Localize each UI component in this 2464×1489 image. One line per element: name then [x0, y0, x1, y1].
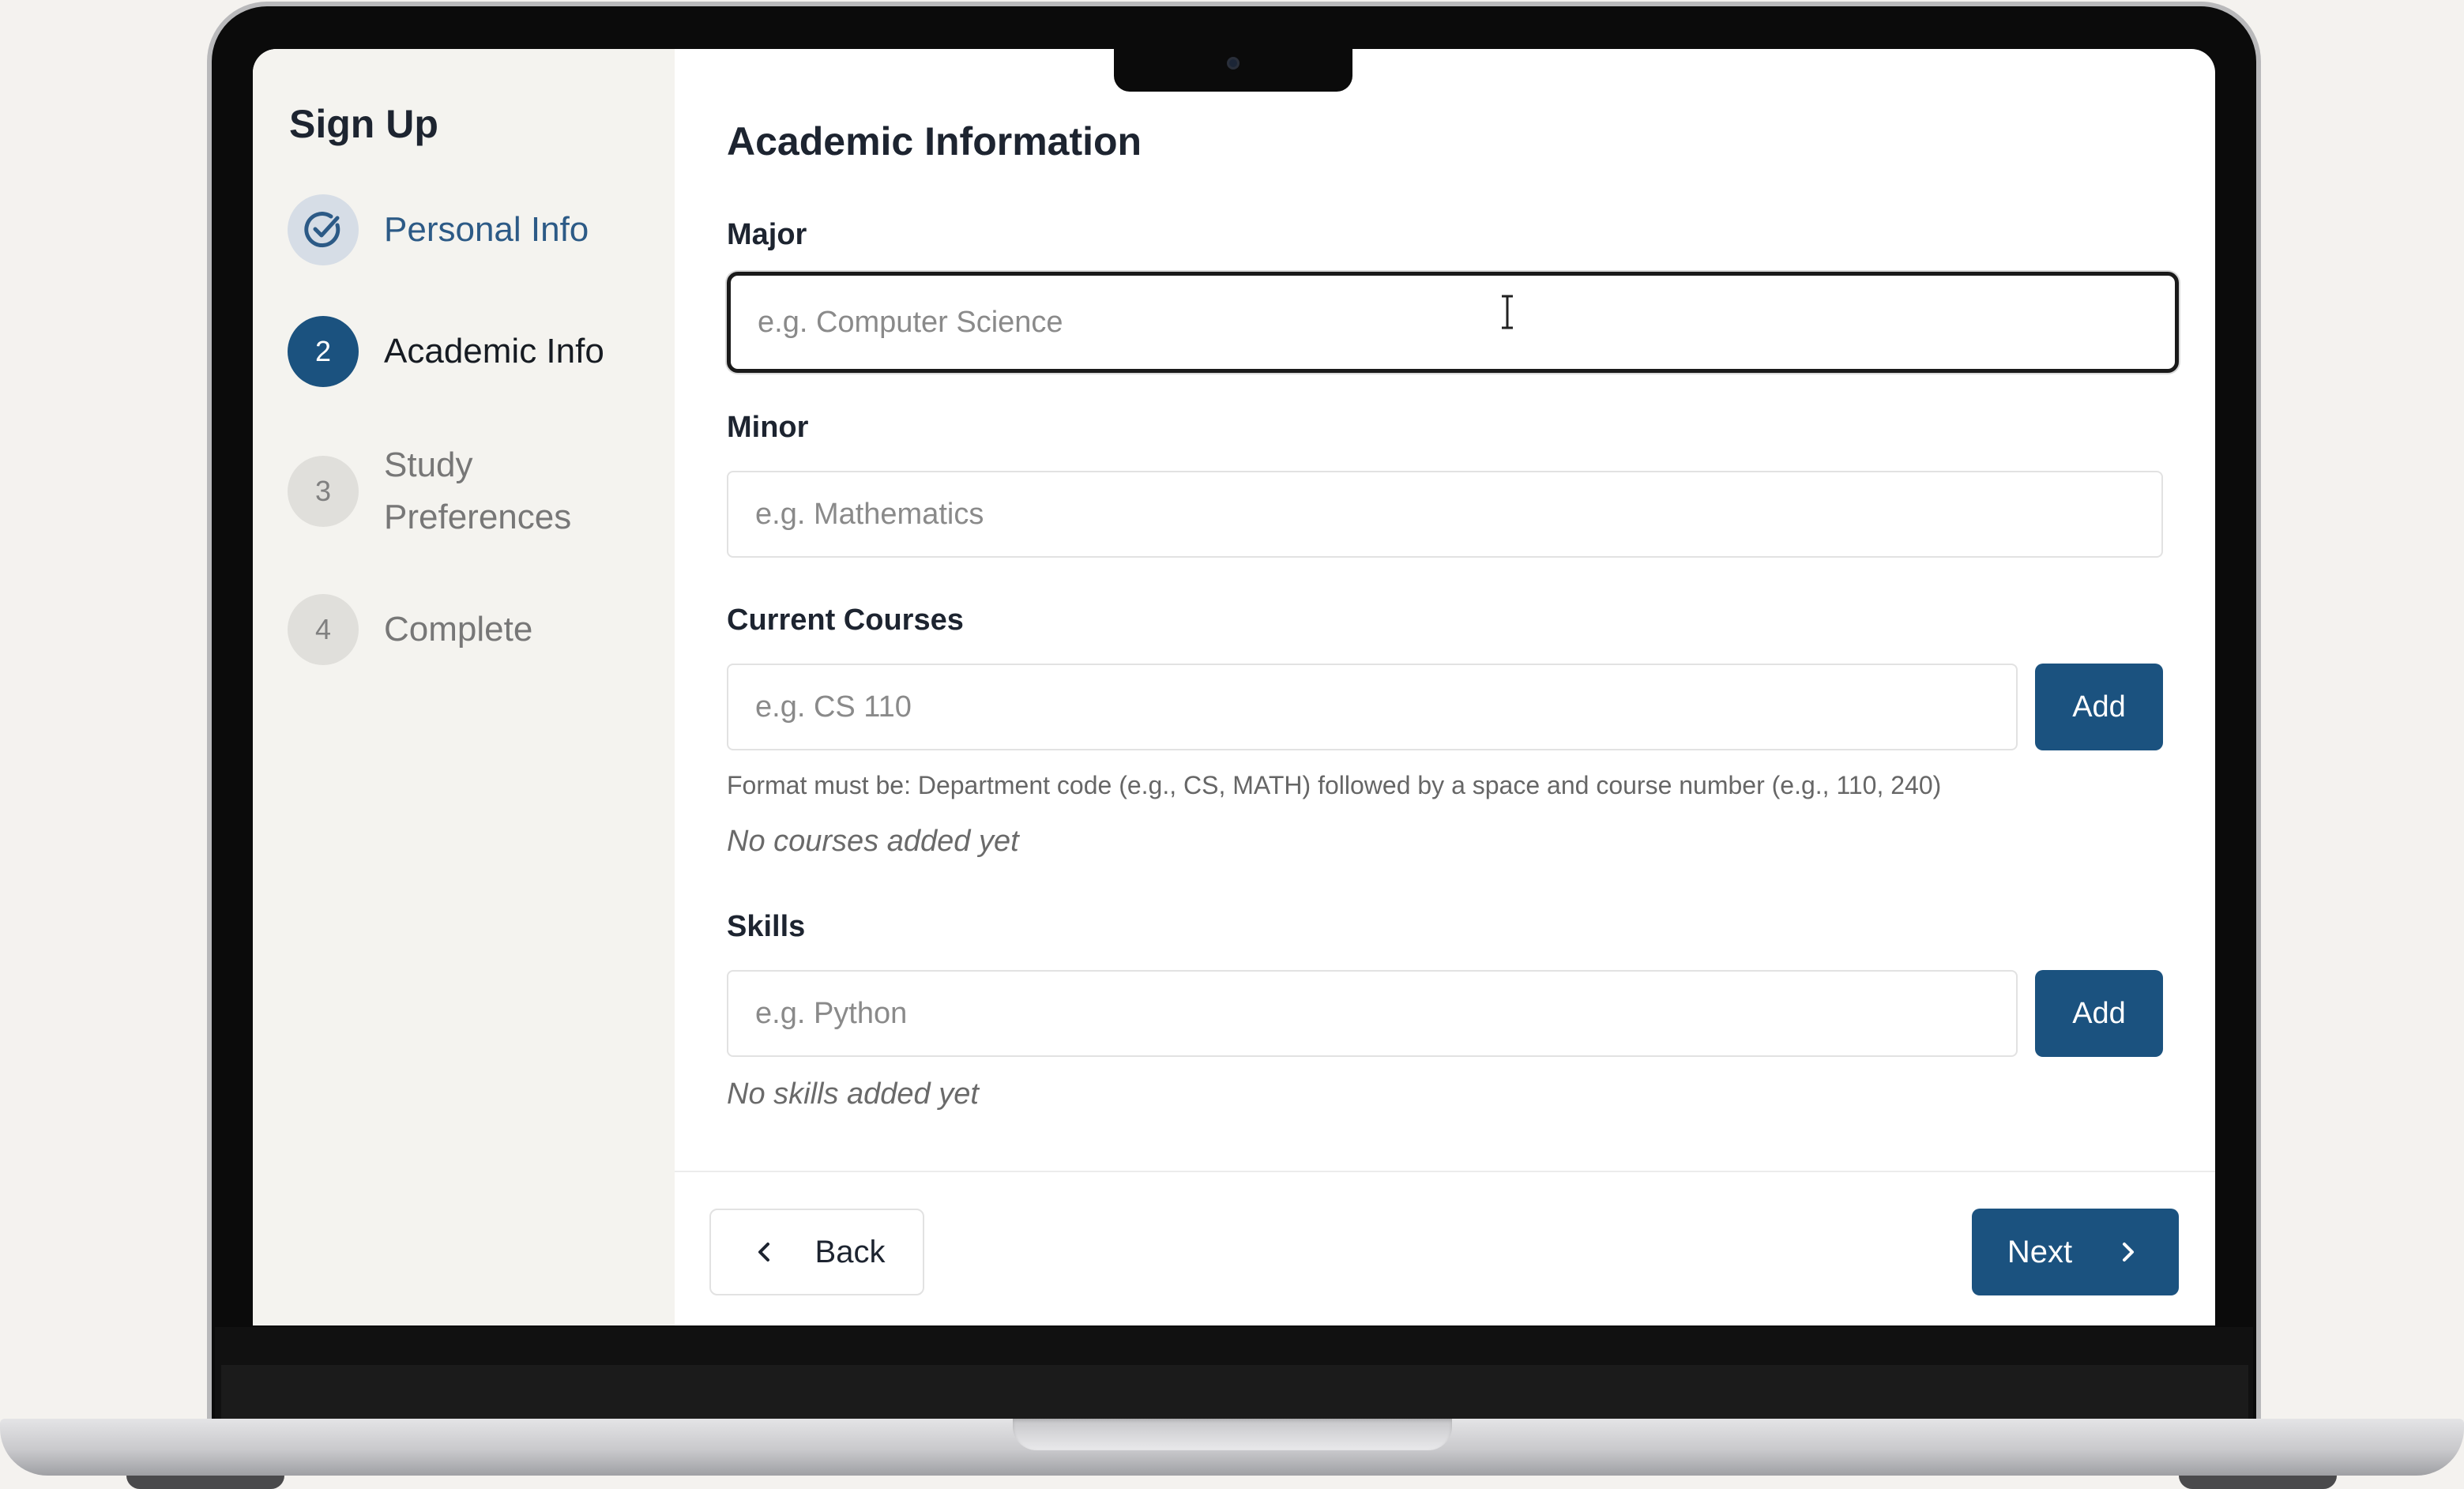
- chevron-right-icon: [2123, 1243, 2135, 1262]
- back-label: Back: [814, 1234, 886, 1269]
- add-course-button[interactable]: Add: [2035, 664, 2163, 750]
- signup-sidebar: Sign Up Personal Info 2 Academic Info 3 …: [253, 49, 675, 1325]
- step-label: Study Preferences: [384, 446, 572, 536]
- courses-empty-state: No courses added yet: [727, 825, 1019, 858]
- skills-label: Skills: [727, 910, 806, 943]
- current-courses-label: Current Courses: [727, 603, 964, 637]
- sidebar-title: Sign Up: [289, 102, 438, 146]
- major-input[interactable]: [727, 272, 2179, 373]
- skill-input[interactable]: [727, 970, 2018, 1057]
- step-label: Personal Info: [384, 210, 589, 249]
- laptop-foot-left: [126, 1476, 284, 1489]
- step-number: 3: [288, 456, 359, 527]
- add-skill-button[interactable]: Add: [2035, 970, 2163, 1057]
- check-circle-icon: [288, 194, 359, 265]
- step-academic-info[interactable]: 2 Academic Info: [288, 316, 604, 387]
- step-label: Academic Info: [384, 332, 604, 370]
- form-footer: Back Next: [675, 1171, 2215, 1325]
- minor-label: Minor: [727, 411, 809, 444]
- chevron-left-icon: [758, 1243, 769, 1262]
- major-label: Major: [727, 218, 807, 251]
- app-screen: Sign Up Personal Info 2 Academic Info 3 …: [253, 49, 2215, 1325]
- academic-info-form: Academic Information Major Minor Current…: [675, 49, 2215, 1325]
- step-number: 2: [288, 316, 359, 387]
- course-input[interactable]: [727, 664, 2018, 750]
- next-label: Next: [2007, 1234, 2073, 1269]
- text-cursor-icon: [1502, 295, 1513, 329]
- step-study-preferences[interactable]: 3 Study Preferences: [288, 439, 589, 543]
- step-number: 4: [288, 594, 359, 665]
- laptop-foot-right: [2179, 1476, 2337, 1489]
- step-complete[interactable]: 4 Complete: [288, 594, 532, 665]
- minor-input[interactable]: [727, 471, 2163, 558]
- course-format-hint: Format must be: Department code (e.g., C…: [727, 771, 1942, 799]
- step-label: Complete: [384, 610, 533, 649]
- step-personal-info[interactable]: Personal Info: [288, 194, 589, 265]
- camera-icon: [1227, 57, 1240, 70]
- laptop-opening-notch: [1013, 1419, 1452, 1450]
- back-button[interactable]: Back: [709, 1209, 924, 1295]
- laptop-chin: [221, 1365, 2248, 1420]
- next-button[interactable]: Next: [1972, 1209, 2179, 1295]
- camera-notch: [1114, 47, 1352, 92]
- skills-empty-state: No skills added yet: [727, 1077, 979, 1111]
- page-title: Academic Information: [727, 119, 1142, 164]
